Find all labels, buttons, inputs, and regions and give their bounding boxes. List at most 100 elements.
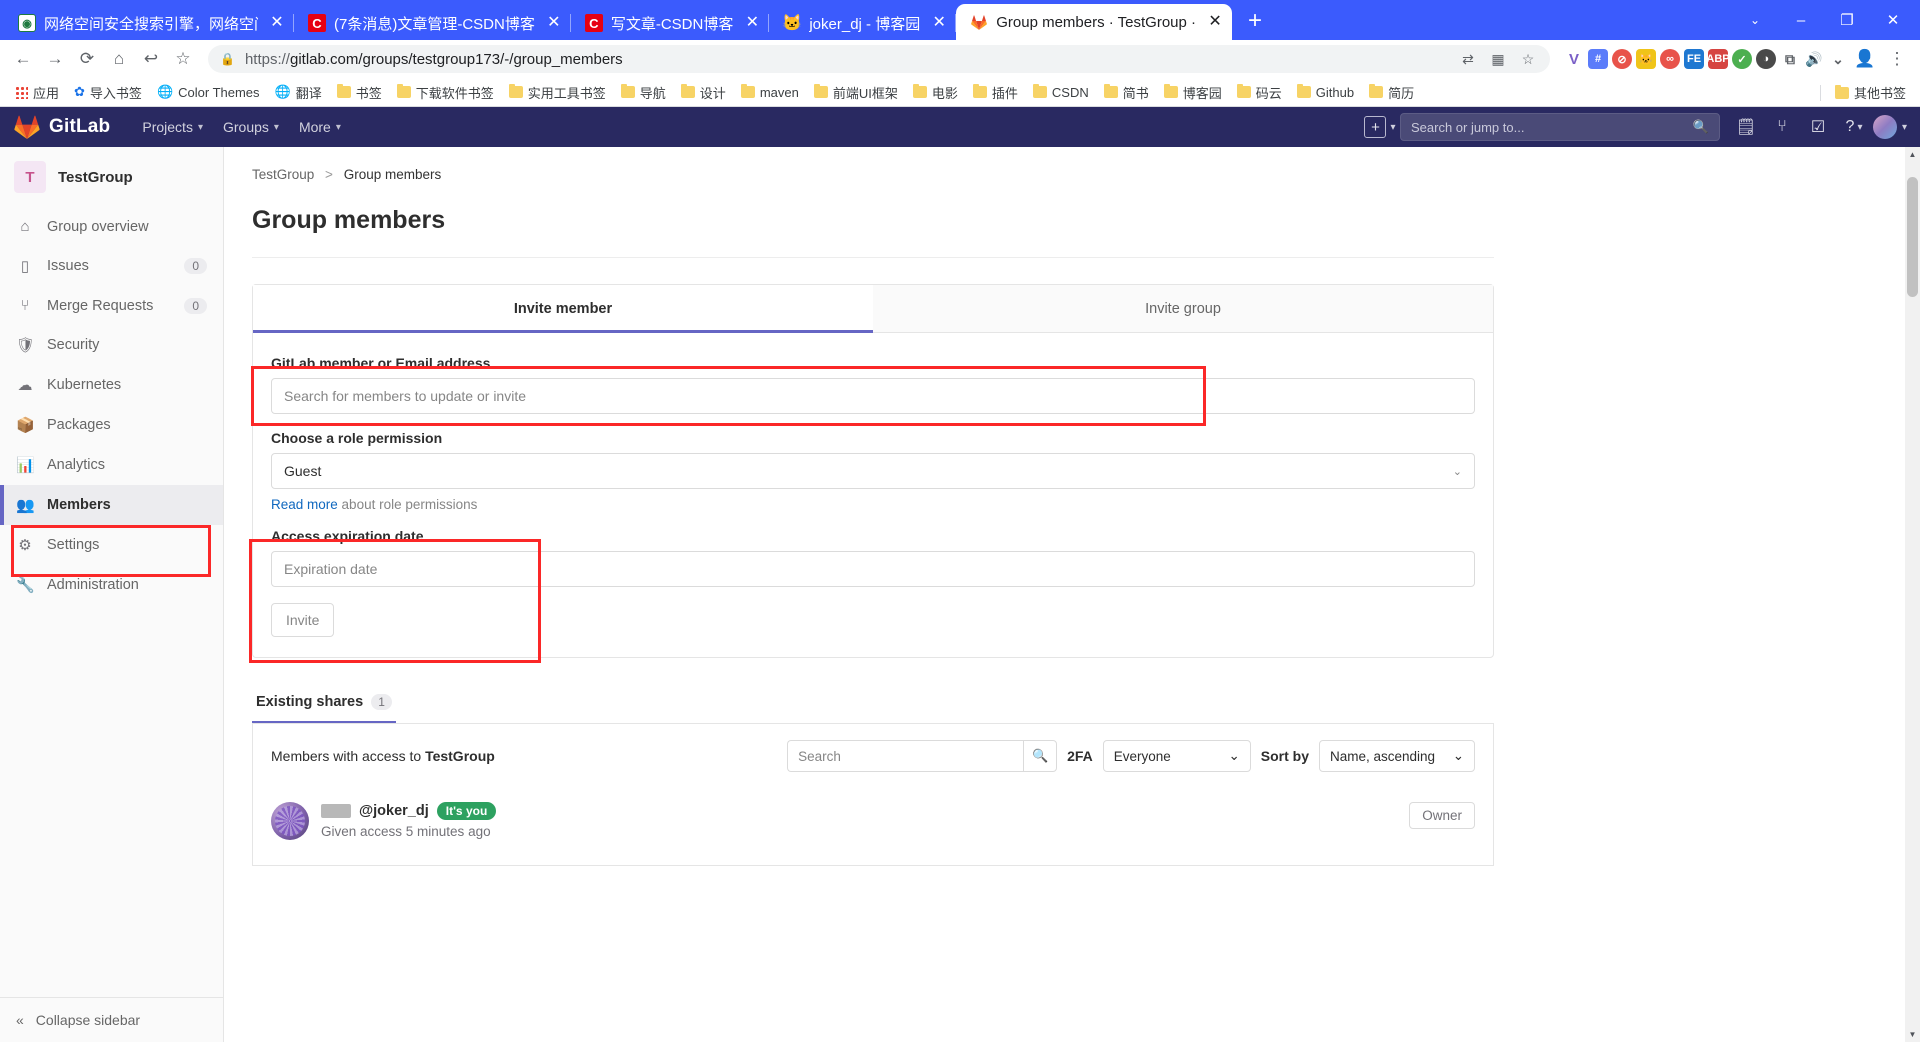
- member-role-select[interactable]: Owner: [1409, 802, 1475, 829]
- invite-button[interactable]: Invite: [271, 603, 335, 637]
- scroll-down-icon[interactable]: ▼: [1905, 1027, 1920, 1042]
- expiration-date-input[interactable]: Expiration date: [271, 551, 1475, 587]
- tab-close-button[interactable]: ✕: [543, 12, 565, 34]
- tab-invite-group[interactable]: Invite group: [873, 285, 1493, 332]
- star-icon[interactable]: ☆: [1518, 49, 1538, 69]
- cat-extension-icon[interactable]: 🐱: [1636, 49, 1656, 69]
- sort-select[interactable]: Name, ascending ⌄: [1319, 740, 1475, 772]
- sidebar-item-settings[interactable]: ⚙ Settings: [0, 525, 223, 565]
- forward-icon[interactable]: →: [40, 44, 70, 74]
- scroll-up-icon[interactable]: ▲: [1905, 147, 1920, 162]
- nav-groups[interactable]: Groups ▾: [213, 111, 289, 143]
- adblock-extension-icon[interactable]: ABP: [1706, 49, 1730, 69]
- bookmark-folder[interactable]: 导航: [615, 80, 672, 105]
- sidebar-item-security[interactable]: 🛡 Security: [0, 325, 223, 365]
- feedly-extension-icon[interactable]: FE: [1684, 49, 1704, 69]
- chrome-menu-icon[interactable]: ⋮: [1882, 44, 1912, 74]
- bookmark-folder[interactable]: 下载软件书签: [391, 80, 500, 105]
- bookmark-folder[interactable]: 码云: [1231, 80, 1288, 105]
- bookmark-item[interactable]: ✿ 导入书签: [68, 80, 148, 105]
- home-icon[interactable]: ⌂: [104, 44, 134, 74]
- bookmark-other-folder[interactable]: 其他书签: [1829, 80, 1912, 105]
- screenshot-extension-icon[interactable]: ⧉: [1780, 49, 1800, 69]
- bookmark-folder[interactable]: 设计: [675, 80, 732, 105]
- translate-icon[interactable]: ⇄: [1458, 49, 1478, 69]
- sidebar-item-issues[interactable]: ▯ Issues 0: [0, 246, 223, 286]
- read-more-link[interactable]: Read more: [271, 497, 338, 512]
- link-extension-icon[interactable]: ∞: [1660, 49, 1680, 69]
- bookmark-item[interactable]: 🌐 Color Themes: [151, 81, 266, 103]
- bookmark-item[interactable]: 🌐 翻译: [269, 80, 328, 105]
- dark-extension-icon[interactable]: ◑: [1756, 49, 1776, 69]
- minimize-icon[interactable]: –: [1778, 0, 1824, 40]
- bookmark-apps[interactable]: 应用: [8, 80, 65, 105]
- shield-extension-icon[interactable]: ✓: [1732, 49, 1752, 69]
- bookmark-folder[interactable]: 博客园: [1158, 80, 1228, 105]
- todos-icon[interactable]: ☑: [1802, 111, 1834, 143]
- tab-close-button[interactable]: ✕: [1204, 11, 1226, 33]
- new-tab-button[interactable]: +: [1238, 4, 1272, 38]
- sidebar-item-group-overview[interactable]: ⌂ Group overview: [0, 207, 223, 246]
- scrollbar-thumb[interactable]: [1907, 177, 1918, 297]
- bookmark-folder[interactable]: 实用工具书签: [503, 80, 612, 105]
- close-window-icon[interactable]: ✕: [1870, 0, 1916, 40]
- browser-tab[interactable]: 🐱 joker_dj - 博客园 ✕: [769, 6, 957, 40]
- sidebar-item-administration[interactable]: 🔧 Administration: [0, 565, 223, 605]
- tab-close-button[interactable]: ✕: [928, 12, 950, 34]
- speaker-icon[interactable]: 🔊: [1804, 49, 1824, 69]
- tab-existing-shares[interactable]: Existing shares 1: [252, 684, 396, 723]
- member-search-input[interactable]: Search for members to update or invite: [271, 378, 1475, 414]
- bookmark-folder[interactable]: maven: [735, 82, 805, 103]
- global-search-input[interactable]: Search or jump to... 🔍: [1400, 113, 1720, 141]
- bookmark-folder[interactable]: 书签: [331, 80, 388, 105]
- user-menu[interactable]: ▾: [1872, 111, 1907, 143]
- reload-icon[interactable]: ⟳: [72, 44, 102, 74]
- maximize-icon[interactable]: ❐: [1824, 0, 1870, 40]
- help-icon[interactable]: ? ▾: [1838, 111, 1870, 143]
- nav-projects[interactable]: Projects ▾: [132, 111, 213, 143]
- create-new-button[interactable]: + ▾: [1364, 111, 1396, 143]
- members-search-input[interactable]: Search: [787, 740, 1024, 772]
- bookmark-star-icon[interactable]: ☆: [168, 44, 198, 74]
- undo-icon[interactable]: ↩: [136, 44, 166, 74]
- bookmark-folder[interactable]: 简历: [1363, 80, 1420, 105]
- gitlab-logo[interactable]: GitLab: [14, 115, 110, 139]
- bookmark-folder[interactable]: 简书: [1098, 80, 1155, 105]
- breadcrumb-group-link[interactable]: TestGroup: [252, 167, 314, 182]
- sidebar-item-kubernetes[interactable]: ☁ Kubernetes: [0, 365, 223, 405]
- role-select[interactable]: Guest ⌄: [271, 453, 1475, 489]
- chevrons-down-icon[interactable]: ⌄: [1828, 49, 1848, 69]
- bookmark-folder[interactable]: Github: [1291, 82, 1360, 103]
- address-bar[interactable]: 🔒 https://gitlab.com/groups/testgroup173…: [208, 45, 1550, 73]
- vimium-icon[interactable]: V: [1564, 49, 1584, 69]
- member-handle[interactable]: @joker_dj: [359, 803, 429, 819]
- browser-tab[interactable]: C 写文章-CSDN博客 ✕: [571, 6, 770, 40]
- back-icon[interactable]: ←: [8, 44, 38, 74]
- tab-close-button[interactable]: ✕: [266, 12, 288, 34]
- sidebar-item-analytics[interactable]: 📊 Analytics: [0, 445, 223, 485]
- blocker-extension-icon[interactable]: ⊘: [1612, 49, 1632, 69]
- tab-invite-member[interactable]: Invite member: [253, 285, 873, 333]
- search-icon[interactable]: 🔍: [1023, 740, 1058, 772]
- sidebar-item-packages[interactable]: 📦 Packages: [0, 405, 223, 445]
- browser-tab-active[interactable]: Group members · TestGroup · ✕: [956, 4, 1233, 40]
- bookmark-folder[interactable]: 插件: [967, 80, 1024, 105]
- profile-icon[interactable]: 👤: [1850, 44, 1880, 74]
- bookmark-folder[interactable]: 电影: [907, 80, 964, 105]
- browser-tab[interactable]: C (7条消息)文章管理-CSDN博客 ✕: [294, 6, 571, 40]
- page-scrollbar[interactable]: ▲ ▼: [1905, 147, 1920, 1042]
- hash-extension-icon[interactable]: #: [1588, 49, 1608, 69]
- collapse-sidebar-button[interactable]: « Collapse sidebar: [0, 997, 223, 1042]
- bookmark-folder[interactable]: CSDN: [1027, 82, 1095, 103]
- twofa-select[interactable]: Everyone ⌄: [1102, 740, 1251, 772]
- bookmark-folder[interactable]: 前端UI框架: [808, 80, 904, 105]
- sidebar-group-header[interactable]: T TestGroup: [0, 147, 223, 207]
- sidebar-item-members[interactable]: 👥 Members: [0, 485, 223, 525]
- qrcode-icon[interactable]: ▦: [1488, 49, 1508, 69]
- nav-more[interactable]: More ▾: [289, 111, 351, 143]
- sidebar-item-merge-requests[interactable]: ⑂ Merge Requests 0: [0, 286, 223, 325]
- tab-list-icon[interactable]: ⌄: [1732, 0, 1778, 40]
- issues-icon[interactable]: 🗒: [1730, 111, 1762, 143]
- browser-tab[interactable]: ◉ 网络空间安全搜索引擎，网络空间… ✕: [4, 6, 294, 40]
- merge-requests-icon[interactable]: ⑂: [1766, 111, 1798, 143]
